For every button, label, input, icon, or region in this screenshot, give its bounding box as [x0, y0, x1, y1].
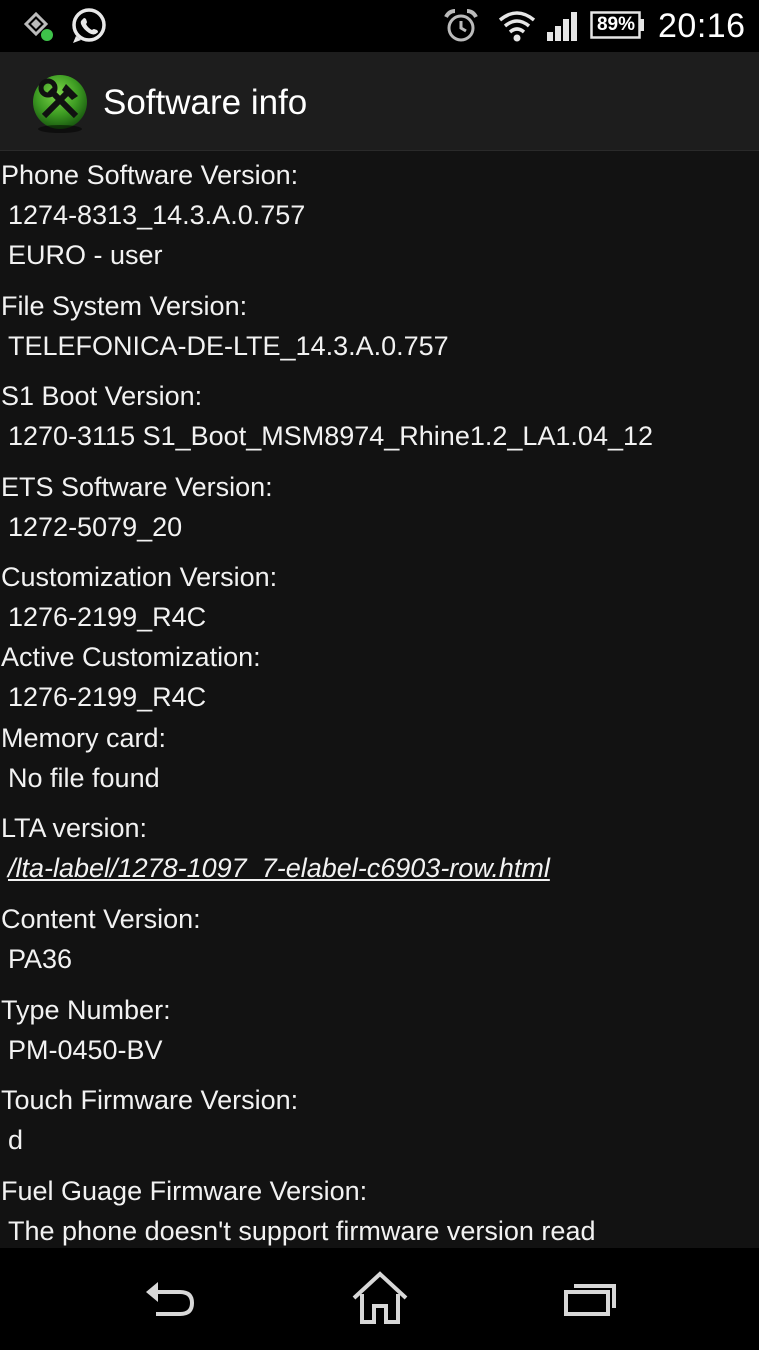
list-item-touch-firmware-version: Touch Firmware Version: d	[0, 1080, 759, 1160]
recent-apps-icon[interactable]	[562, 1270, 618, 1328]
entry-label: LTA version:	[1, 813, 148, 843]
entry-value: EURO - user	[8, 240, 163, 270]
battery-percentage: 89%	[596, 14, 636, 35]
list-item-customization-version: Customization Version: 1276-2199_R4C	[0, 557, 759, 637]
entry-value: d	[8, 1125, 24, 1155]
entry-label: Active Customization:	[1, 642, 261, 672]
entry-value: No file found	[8, 763, 160, 793]
entry-value: 1276-2199_R4C	[8, 682, 207, 712]
software-info-list[interactable]: Phone Software Version: 1274-8313_14.3.A…	[0, 151, 759, 1248]
battery-icon: 89%	[590, 11, 645, 39]
lta-label-link[interactable]: /lta-label/1278-1097_7-elabel-c6903-row.…	[0, 848, 759, 888]
entry-label: Customization Version:	[1, 562, 278, 592]
list-item-fuel-gauge-firmware-version: Fuel Guage Firmware Version: The phone d…	[0, 1171, 759, 1248]
tools-hammer-wrench-icon[interactable]	[30, 72, 90, 134]
entry-value: 1270-3115 S1_Boot_MSM8974_Rhine1.2_LA1.0…	[8, 421, 654, 451]
list-item-s1-boot-version: S1 Boot Version: 1270-3115 S1_Boot_MSM89…	[0, 376, 759, 456]
entry-label: Touch Firmware Version:	[1, 1085, 299, 1115]
entry-label: Phone Software Version:	[1, 160, 299, 190]
list-item-phone-software-version: Phone Software Version: 1274-8313_14.3.A…	[0, 155, 759, 275]
alarm-icon	[443, 8, 479, 44]
entry-value: The phone doesn't support firmware versi…	[8, 1216, 596, 1246]
entry-label: File System Version:	[1, 291, 248, 321]
wifi-icon	[498, 10, 536, 42]
list-item-active-customization: Active Customization: 1276-2199_R4C	[0, 637, 759, 717]
notification-sync-icon	[22, 10, 56, 44]
signal-icon	[546, 10, 580, 42]
entry-label: S1 Boot Version:	[1, 381, 203, 411]
entry-value: 1274-8313_14.3.A.0.757	[8, 200, 306, 230]
navigation-bar	[0, 1248, 759, 1350]
list-item-type-number: Type Number: PM-0450-BV	[0, 990, 759, 1070]
entry-value: PM-0450-BV	[8, 1035, 163, 1065]
back-icon[interactable]	[140, 1270, 198, 1328]
entry-label: Memory card:	[1, 723, 167, 753]
entry-value: 1276-2199_R4C	[8, 602, 207, 632]
entry-label: Fuel Guage Firmware Version:	[1, 1176, 368, 1206]
entry-value: 1272-5079_20	[8, 512, 183, 542]
entry-label: ETS Software Version:	[1, 472, 273, 502]
clock: 20:16	[658, 7, 746, 45]
list-item-content-version: Content Version: PA36	[0, 899, 759, 979]
status-bar: 89% 20:16	[0, 0, 759, 52]
list-item-file-system-version: File System Version: TELEFONICA-DE-LTE_1…	[0, 286, 759, 366]
list-item-ets-software-version: ETS Software Version: 1272-5079_20	[0, 467, 759, 547]
page-title: Software info	[103, 83, 308, 122]
entry-label: Type Number:	[1, 995, 171, 1025]
entry-value: TELEFONICA-DE-LTE_14.3.A.0.757	[8, 331, 449, 361]
action-bar: Software info	[0, 52, 759, 151]
list-item-memory-card: Memory card: No file found	[0, 718, 759, 798]
entry-label: Content Version:	[1, 904, 201, 934]
entry-value: PA36	[8, 944, 73, 974]
home-icon[interactable]	[350, 1270, 410, 1328]
whatsapp-icon	[68, 6, 108, 46]
list-item-lta-version: LTA version: /lta-label/1278-1097_7-elab…	[0, 808, 759, 888]
